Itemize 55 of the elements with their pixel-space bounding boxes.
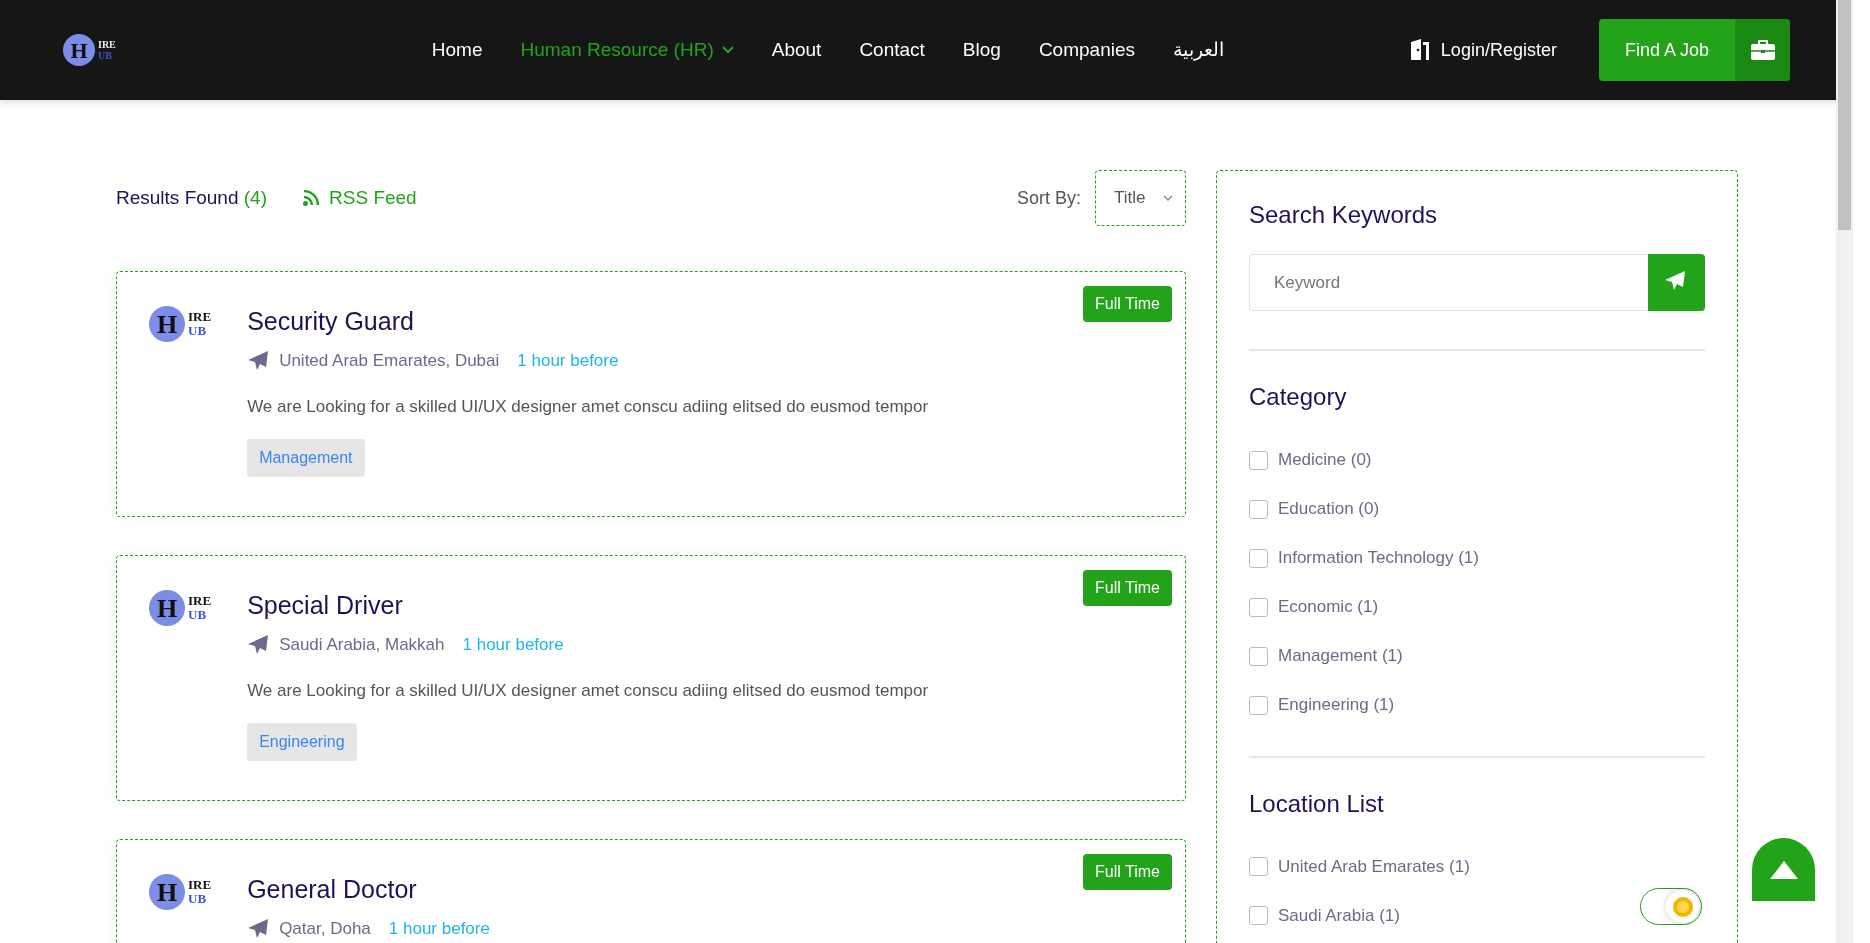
job-location: Saudi Arabia, Makkah (279, 634, 445, 656)
keyword-field[interactable]: Keyword (1249, 253, 1648, 311)
checkbox[interactable] (1249, 646, 1268, 666)
posted-time: 1 hour before (388, 918, 490, 940)
login-link[interactable]: Login/Register (1408, 36, 1557, 64)
job-location: United Arab Emarates, Dubai (279, 350, 500, 372)
job-description: We are Looking for a skilled UI/UX designer amet conscu adiing elitsed do eusmod tempor (247, 679, 930, 702)
nav-link[interactable]: Blog (962, 35, 1001, 65)
posted-time: 1 hour before (462, 634, 564, 656)
checkbox[interactable] (1249, 597, 1268, 617)
back-to-top-button[interactable] (1752, 838, 1815, 901)
posted-time: 1 hour before (517, 350, 619, 372)
checkbox-label: Economic (1) (1278, 596, 1379, 619)
nav-link[interactable]: Contact (859, 35, 925, 65)
nav-link[interactable]: Home (431, 35, 483, 65)
checkbox-label: Education (0) (1278, 498, 1380, 521)
job-type-badge: Full Time (1083, 570, 1172, 606)
job-location: Qatar, Doha (279, 918, 371, 940)
nav-link[interactable]: Human Resource (HR) (520, 35, 734, 65)
checkbox[interactable] (1249, 499, 1268, 519)
paper-plane-icon (247, 918, 270, 940)
search-button[interactable] (1648, 253, 1705, 311)
results-count: Results Found (4) (116, 185, 268, 210)
rss-icon (303, 190, 320, 206)
section-heading: Search Keywords (1249, 201, 1439, 230)
nav-link[interactable]: العربية (1173, 35, 1224, 65)
checkbox-label: United Arab Emarates (1) (1278, 856, 1470, 879)
checkbox-label: Engineering (1) (1278, 694, 1395, 717)
triangle-up-icon (1768, 859, 1799, 880)
nav-link[interactable]: Companies (1038, 35, 1135, 65)
theme-toggle[interactable] (1640, 888, 1702, 925)
sun-icon (1671, 895, 1694, 918)
paper-plane-icon (247, 634, 270, 656)
checkbox[interactable] (1249, 906, 1268, 926)
paper-plane-icon (247, 350, 270, 372)
site-logo: H IRE UB (63, 34, 116, 66)
nav-link[interactable]: About (771, 35, 822, 65)
checkbox-label: Information Technology (1) (1278, 547, 1479, 570)
checkbox[interactable] (1249, 695, 1268, 715)
section-heading: Category (1249, 382, 1348, 412)
job-type-badge: Full Time (1083, 286, 1172, 322)
job-description: We are Looking for a skilled UI/UX designer amet conscu adiing elitsed do eusmod tempor (247, 395, 930, 418)
scrollbar-thumb[interactable] (1838, 0, 1851, 230)
sort-select[interactable]: Title (1095, 170, 1186, 226)
chevron-down-icon (1163, 194, 1173, 202)
checkbox-label: Saudi Arabia (1) (1278, 905, 1400, 928)
sort-label: Sort By: (1016, 186, 1081, 210)
checkbox[interactable] (1249, 450, 1268, 470)
section-heading: Location List (1249, 789, 1385, 819)
job-type-badge: Full Time (1083, 854, 1172, 890)
checkbox-label: Medicine (0) (1278, 449, 1372, 472)
checkbox-label: Management (1) (1278, 645, 1403, 668)
checkbox[interactable] (1249, 857, 1268, 877)
checkbox[interactable] (1249, 548, 1268, 568)
briefcase-icon (1749, 39, 1776, 61)
